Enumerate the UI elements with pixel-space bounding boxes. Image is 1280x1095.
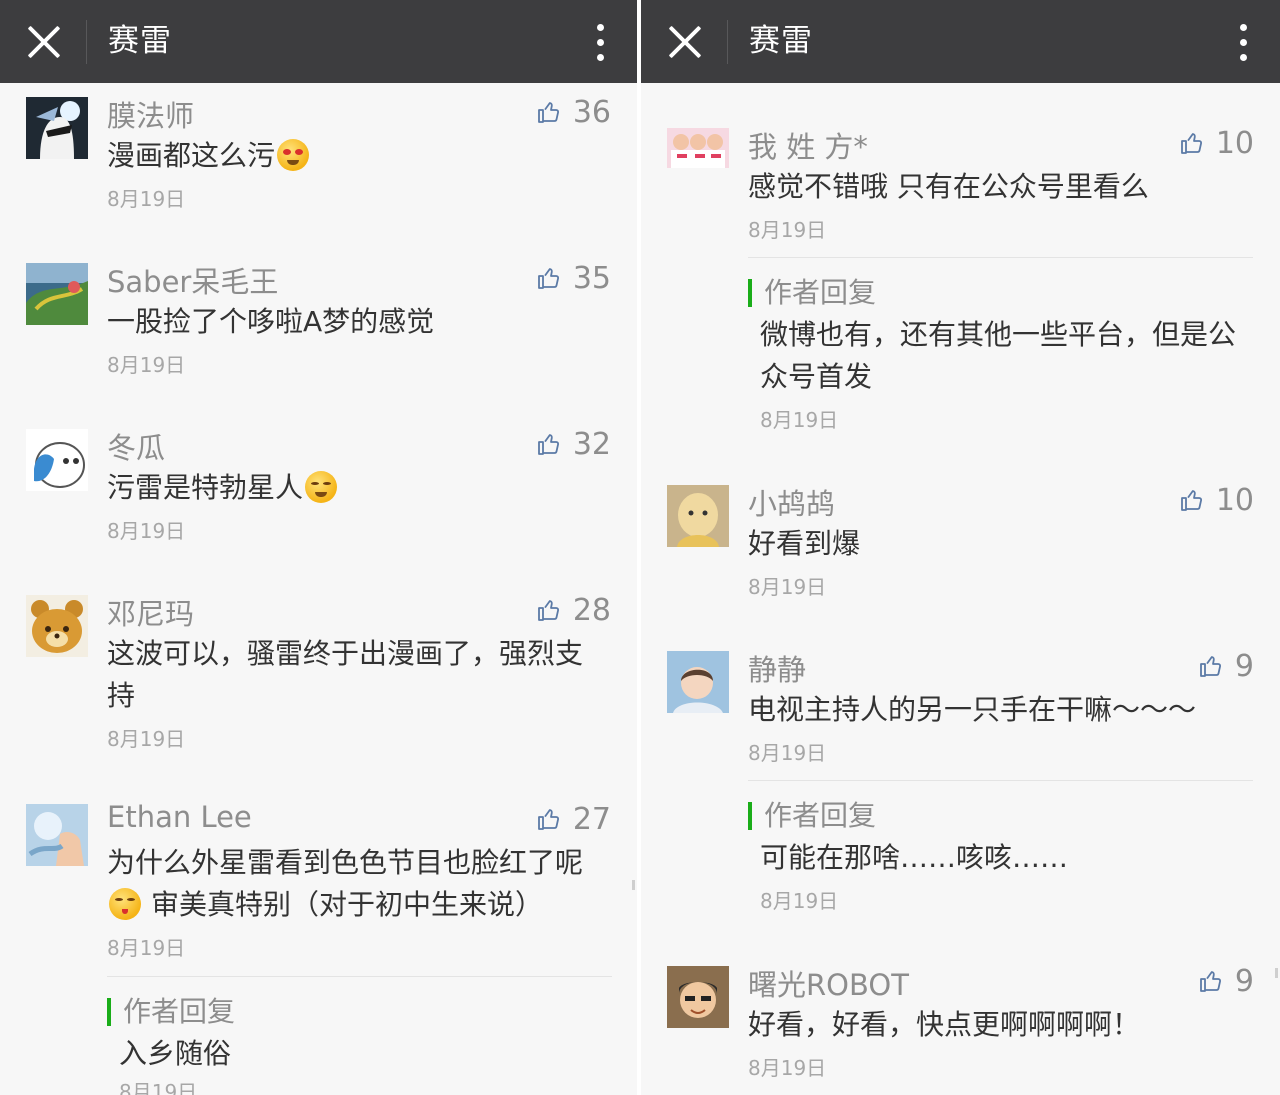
author-reply-text: 微博也有，还有其他一些平台，但是公众号首发 [760, 318, 1237, 393]
like-button[interactable]: 10 [1180, 124, 1254, 162]
comment-date: 8月19日 [748, 575, 827, 599]
blushing-emoji-icon [109, 888, 141, 920]
comment-nickname: 我 姓 方* [748, 130, 868, 164]
like-count: 10 [1215, 125, 1254, 161]
author-reply-label: 作者回复 [748, 279, 876, 307]
reply-separator [107, 976, 612, 977]
like-button[interactable]: 9 [1199, 647, 1254, 685]
avatar[interactable] [667, 485, 729, 547]
avatar[interactable] [667, 651, 729, 713]
comment-text: 污雷是特勃星人 [107, 467, 607, 509]
avatar[interactable] [667, 128, 729, 168]
like-count: 27 [572, 801, 611, 837]
comment-nickname: 邓尼玛 [107, 597, 195, 631]
comment-date: 8月19日 [107, 519, 186, 543]
like-count: 9 [1234, 963, 1254, 999]
left-panel: 赛雷 膜法师 36 漫画都这么污 8月19日 Saber呆毛王 35 一股捡了个… [0, 0, 637, 1095]
reply-separator [748, 257, 1253, 258]
comment-date: 8月19日 [748, 1056, 827, 1080]
like-count: 32 [572, 426, 611, 462]
like-count: 35 [572, 260, 611, 296]
avatar[interactable] [26, 804, 88, 866]
comment-date: 8月19日 [748, 218, 827, 242]
thumbs-up-icon [537, 268, 559, 289]
top-bar: 赛雷 [641, 0, 1280, 83]
comment-text-continued: 审美真特别（对于初中生来说） [107, 884, 607, 926]
comment-text: 好看到爆 [748, 527, 861, 560]
thumbs-up-icon [537, 600, 559, 621]
comment-text: 这波可以，骚雷终于出漫画了，强烈支持 [107, 637, 584, 712]
thumbs-up-icon [1200, 656, 1221, 677]
like-button[interactable]: 32 [537, 425, 611, 463]
like-button[interactable]: 10 [1180, 481, 1254, 519]
author-reply-date: 8月19日 [760, 889, 839, 913]
comment-text: 电视主持人的另一只手在干嘛～～～ [748, 693, 1197, 726]
comment-text: 感觉不错哦 只有在公众号里看么 [748, 170, 1149, 203]
thumbs-up-icon [537, 102, 559, 123]
author-reply-date: 8月19日 [119, 1080, 198, 1095]
more-vertical-icon[interactable] [1236, 24, 1250, 62]
like-button[interactable]: 28 [537, 591, 611, 629]
right-panel: 赛雷 我 姓 方* 10 感觉不错哦 只有在公众号里看么 8月19日 作者回复 … [641, 0, 1280, 1095]
like-button[interactable]: 9 [1199, 962, 1254, 1000]
author-reply-label: 作者回复 [748, 802, 876, 830]
bar-divider [727, 20, 728, 64]
thumbs-up-icon [537, 809, 559, 830]
thumbs-up-icon [537, 434, 559, 455]
like-button[interactable]: 36 [537, 93, 611, 131]
more-vertical-icon[interactable] [593, 24, 607, 62]
comment-nickname: Saber呆毛王 [107, 265, 279, 299]
like-button[interactable]: 27 [537, 800, 611, 838]
page-title: 赛雷 [108, 23, 172, 59]
comment-text: 漫画都这么污 [107, 135, 607, 177]
top-bar: 赛雷 [0, 0, 637, 83]
close-icon[interactable] [26, 24, 62, 60]
comment-nickname: 静静 [748, 653, 807, 687]
heart-eyes-emoji-icon [277, 139, 310, 171]
avatar[interactable] [26, 429, 88, 491]
like-count: 36 [572, 94, 611, 130]
avatar[interactable] [26, 97, 88, 159]
comment-text: 为什么外星雷看到色色节目也脸红了呢 [107, 846, 584, 879]
comment-nickname: 膜法师 [107, 99, 195, 133]
thinking-emoji-icon [305, 471, 338, 503]
avatar[interactable] [26, 263, 88, 325]
avatar[interactable] [26, 595, 88, 657]
comment-nickname: 曙光ROBOT [748, 968, 909, 1002]
author-reply-date: 8月19日 [760, 408, 839, 432]
author-reply-text: 入乡随俗 [119, 1037, 232, 1070]
comment-date: 8月19日 [107, 187, 186, 211]
like-count: 10 [1215, 482, 1254, 518]
scrollbar-thumb[interactable] [632, 880, 635, 890]
comment-nickname: 冬瓜 [107, 431, 166, 465]
author-reply-label: 作者回复 [107, 998, 235, 1026]
scrollbar-thumb[interactable] [1275, 968, 1278, 978]
author-reply-text: 可能在那啥……咳咳…… [760, 841, 1069, 874]
thumbs-up-icon [1180, 133, 1202, 154]
page-title: 赛雷 [749, 23, 813, 59]
bar-divider [86, 20, 87, 64]
like-button[interactable]: 35 [537, 259, 611, 297]
like-count: 28 [572, 592, 611, 628]
comment-nickname: 小鸪鸪 [748, 487, 836, 521]
reply-separator [748, 780, 1253, 781]
comment-nickname: Ethan Lee [107, 800, 252, 834]
avatar[interactable] [667, 966, 729, 1028]
like-count: 9 [1234, 648, 1254, 684]
thumbs-up-icon [1180, 490, 1202, 511]
comment-date: 8月19日 [107, 353, 186, 377]
comment-date: 8月19日 [748, 741, 827, 765]
close-icon[interactable] [667, 24, 703, 60]
comment-date: 8月19日 [107, 727, 186, 751]
comment-text: 好看，好看，快点更啊啊啊啊！ [748, 1008, 1141, 1041]
comment-text: 一股捡了个哆啦A梦的感觉 [107, 305, 435, 338]
thumbs-up-icon [1200, 971, 1221, 992]
comment-date: 8月19日 [107, 936, 186, 960]
